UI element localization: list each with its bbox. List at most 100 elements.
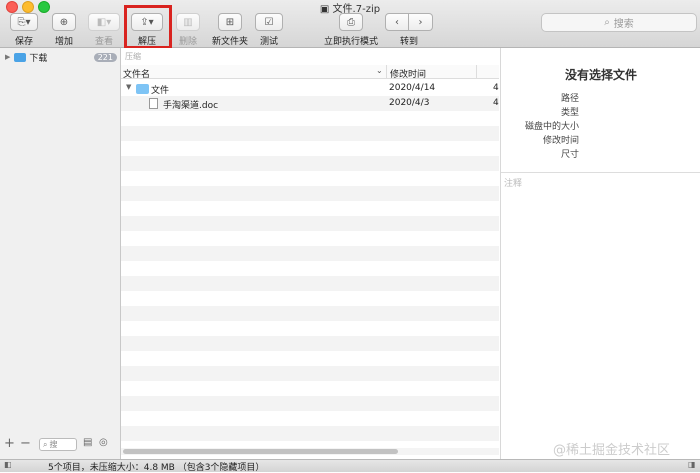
comment-placeholder: 注释 (504, 179, 523, 189)
test-button[interactable]: ☑ 测试 (255, 13, 283, 49)
empty-row (121, 126, 499, 141)
view-icon: ◧▾ (88, 13, 120, 31)
watermark-text: @稀土掘金技术社区 (553, 443, 671, 458)
info-title: 没有选择文件 (564, 68, 637, 82)
new-folder-label: 新文件夹 (211, 37, 248, 47)
disclosure-triangle-icon[interactable]: ▶ (5, 53, 10, 61)
info-field-path: 路径 (560, 94, 579, 104)
empty-row (121, 381, 499, 396)
folder-icon (136, 84, 149, 94)
test-label: 测试 (259, 37, 278, 47)
scrollbar-thumb[interactable] (123, 449, 398, 454)
sidebar-item-label: 下载 (29, 53, 48, 64)
empty-row (121, 156, 499, 171)
column-header-date[interactable]: 修改时间 (390, 67, 426, 80)
info-field-type: 类型 (560, 108, 579, 118)
add-label: 增加 (54, 37, 73, 47)
empty-row (121, 426, 499, 441)
row-size: 4 (493, 98, 499, 108)
empty-row (121, 291, 499, 306)
document-icon (149, 98, 158, 109)
save-button[interactable]: ⎘▾ 保存 (10, 13, 38, 49)
new-folder-button[interactable]: ⊞ 新文件夹 (211, 13, 249, 49)
add-button[interactable]: ⊕ 增加 (52, 13, 76, 49)
column-divider (476, 65, 477, 79)
search-icon: ⌕ (604, 17, 610, 28)
toggle-info-icon[interactable]: ◨ (688, 460, 696, 469)
disclosure-triangle-icon[interactable]: ▼ (126, 83, 131, 91)
trash-icon: ▥ (176, 13, 200, 31)
save-label: 保存 (14, 37, 33, 47)
empty-row (121, 231, 499, 246)
info-field-modified: 修改时间 (542, 136, 579, 146)
empty-row (121, 261, 499, 276)
goto-control: ‹ › 转到 (385, 13, 433, 49)
comment-field[interactable]: 注释 (501, 172, 700, 459)
table-row[interactable]: ▼ 文件 2020/4/14 4 (121, 81, 499, 96)
sidebar: ▶ 下载 221 + − ⌕ 搜 ▤ ◎ (0, 48, 121, 459)
save-icon: ⎘▾ (10, 13, 38, 31)
row-name: 文件 (151, 86, 170, 96)
empty-row (121, 351, 499, 366)
columns-icon[interactable]: ▤ (83, 437, 92, 448)
add-icon[interactable]: + (4, 436, 15, 451)
row-size: 4 (493, 83, 499, 93)
empty-row (121, 306, 499, 321)
empty-row (121, 186, 499, 201)
search-placeholder: 搜索 (613, 19, 634, 30)
search-field[interactable]: ⌕ 搜索 (541, 13, 697, 32)
empty-row (121, 396, 499, 411)
checkmark-icon: ☑ (255, 13, 283, 31)
back-arrow-icon[interactable]: ‹ (385, 13, 409, 31)
empty-row (121, 246, 499, 261)
empty-row (121, 111, 499, 126)
empty-row (121, 336, 499, 351)
run-mode-icon: ⎙ (339, 13, 363, 31)
empty-row (121, 141, 499, 156)
column-header-name[interactable]: 文件名 (123, 67, 150, 80)
sidebar-filter-input[interactable]: ⌕ 搜 (39, 438, 77, 451)
preview-icon[interactable]: ◎ (99, 437, 108, 448)
table-header: 文件名 ⌄ 修改时间 (121, 65, 499, 80)
empty-row (121, 411, 499, 426)
run-mode-label: 立即执行模式 (323, 37, 378, 47)
run-mode-button[interactable]: ⎙ 立即执行模式 (323, 13, 379, 49)
column-divider (386, 65, 387, 79)
empty-row (121, 216, 499, 231)
file-list-pane: 压缩 文件名 ⌄ 修改时间 ▼ 文件 2020/4/14 4 手淘渠道.doc … (121, 48, 499, 459)
status-bar: ◧ 5个项目，未压缩大小：4.8 MB （包含3个隐藏项目） ◨ (0, 459, 700, 473)
view-button[interactable]: ◧▾ 查看 (88, 13, 120, 49)
row-name: 手淘渠道.doc (163, 101, 219, 111)
empty-row (121, 276, 499, 291)
empty-row (121, 366, 499, 381)
forward-arrow-icon[interactable]: › (409, 13, 433, 31)
info-pane: 没有选择文件 路径 类型 磁盘中的大小 修改时间 尺寸 注释 @稀土掘金技术社区 (500, 48, 700, 459)
toggle-sidebar-icon[interactable]: ◧ (4, 460, 12, 469)
row-date: 2020/4/14 (389, 83, 436, 93)
view-label: 查看 (94, 37, 113, 47)
search-icon: ⌕ (43, 439, 48, 449)
empty-row (121, 321, 499, 336)
status-text: 5个项目，未压缩大小：4.8 MB （包含3个隐藏项目） (48, 463, 265, 473)
empty-row (121, 201, 499, 216)
sort-chevron-icon: ⌄ (376, 66, 383, 75)
goto-label: 转到 (399, 37, 418, 47)
toolbar: ▣ 文件.7-zip ⎘▾ 保存 ⊕ 增加 ◧▾ 查看 ⇪▾ 解压 ▥ 删除 ⊞ 新文件夹 … (0, 0, 700, 48)
delete-label: 删除 (178, 37, 197, 47)
sidebar-item-downloads[interactable]: ▶ 下载 221 (0, 50, 121, 64)
download-folder-icon (14, 52, 27, 62)
item-count-badge: 221 (93, 52, 117, 62)
info-field-disk-size: 磁盘中的大小 (524, 122, 579, 132)
info-field-dimensions: 尺寸 (560, 150, 579, 160)
empty-row (121, 171, 499, 186)
path-bar: 压缩 (125, 52, 141, 61)
horizontal-scrollbar[interactable] (121, 448, 499, 455)
table-row[interactable]: 手淘渠道.doc 2020/4/3 4 (121, 96, 499, 111)
add-icon: ⊕ (52, 13, 76, 31)
filter-placeholder: 搜 (49, 440, 58, 449)
nav-buttons: ‹ › (385, 13, 433, 31)
delete-button[interactable]: ▥ 删除 (176, 13, 200, 49)
row-date: 2020/4/3 (389, 98, 430, 108)
extract-highlight-box (124, 5, 172, 49)
remove-icon[interactable]: − (20, 436, 31, 451)
